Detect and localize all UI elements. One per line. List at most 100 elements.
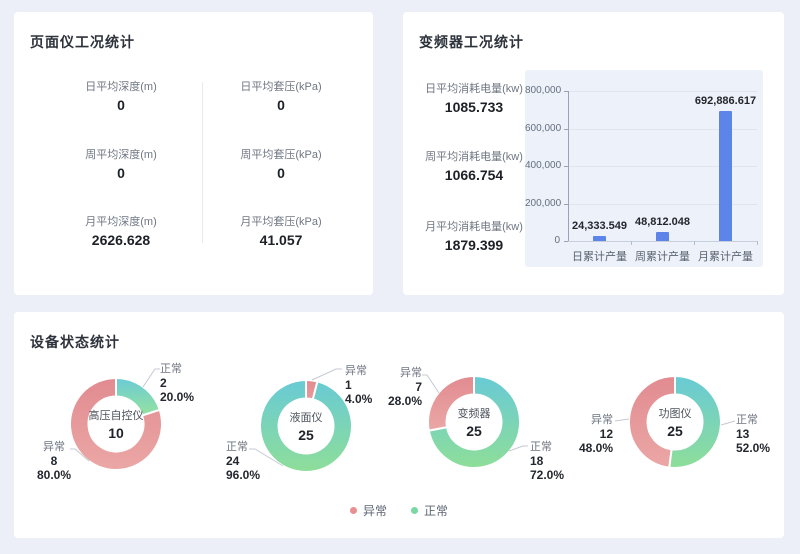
production-bar-chart: 0200,000400,000600,000800,00024,333.549日… xyxy=(525,70,763,267)
device-total: 10 xyxy=(66,425,166,441)
donut-chart-inverter: 变频器 25 xyxy=(413,361,535,483)
donut-center-label: 高压自控仪 10 xyxy=(66,407,166,441)
segment-percent: 72.0% xyxy=(530,468,564,482)
donut-label-normal: 正常 2 20.0% xyxy=(160,362,194,404)
segment-name: 正常 xyxy=(160,362,194,376)
stat-value: 1879.399 xyxy=(409,237,539,253)
segment-name: 异常 xyxy=(26,440,82,454)
segment-count: 2 xyxy=(160,376,194,390)
segment-count: 18 xyxy=(530,454,564,468)
stat-label: 月平均套压(kPa) xyxy=(201,213,361,229)
segment-count: 13 xyxy=(736,427,770,441)
x-axis-tick xyxy=(757,241,758,245)
stat-label: 周平均消耗电量(kw) xyxy=(409,148,539,164)
device-name: 变频器 xyxy=(424,405,524,421)
donut-chart-dynamometer: 功图仪 25 xyxy=(614,361,736,483)
donut-label-normal: 正常 13 52.0% xyxy=(736,413,770,455)
segment-count: 7 xyxy=(366,380,422,394)
donut-chart-row: 高压自控仪 10 液面仪 25 变频器 25 xyxy=(14,312,784,538)
panel-title: 页面仪工况统计 xyxy=(30,32,135,52)
stat-label: 日平均消耗电量(kw) xyxy=(409,80,539,96)
legend-label: 异常 xyxy=(363,502,387,519)
y-axis-tick-label: 600,000 xyxy=(525,123,560,134)
y-axis-line xyxy=(568,91,569,241)
segment-percent: 20.0% xyxy=(160,390,194,404)
donut-label-abnormal: 异常 8 80.0% xyxy=(26,440,82,482)
donut-center-label: 变频器 25 xyxy=(424,405,524,439)
y-axis-tick-label: 200,000 xyxy=(525,198,560,209)
donut-label-abnormal: 异常 12 48.0% xyxy=(553,413,613,455)
stat-value: 0 xyxy=(201,97,361,113)
stat-label: 周平均深度(m) xyxy=(41,146,201,162)
device-name: 液面仪 xyxy=(256,409,356,425)
stat-weekly-depth: 周平均深度(m) 0 xyxy=(41,146,201,181)
stat-value: 1066.754 xyxy=(409,167,539,183)
x-category-label: 月累计产量 xyxy=(694,248,757,264)
bar-value-label: 692,886.617 xyxy=(681,95,771,107)
stat-monthly-casing-pressure: 月平均套压(kPa) 41.057 xyxy=(201,213,361,248)
stat-daily-power-consumption: 日平均消耗电量(kw) 1085.733 xyxy=(409,80,539,115)
stat-label: 日平均套压(kPa) xyxy=(201,78,361,94)
donut-label-normal: 正常 24 96.0% xyxy=(226,440,260,482)
device-total: 25 xyxy=(424,423,524,439)
segment-name: 正常 xyxy=(736,413,770,427)
device-total: 25 xyxy=(625,423,725,439)
stat-label: 月平均深度(m) xyxy=(41,213,201,229)
y-axis-tick-label: 800,000 xyxy=(525,85,560,96)
status-legend: 异常 正常 xyxy=(14,502,784,519)
y-axis-tick-label: 400,000 xyxy=(525,160,560,171)
bar[interactable] xyxy=(719,111,732,241)
stat-monthly-depth: 月平均深度(m) 2626.628 xyxy=(41,213,201,248)
stat-value: 0 xyxy=(201,165,361,181)
x-category-label: 日累计产量 xyxy=(568,248,631,264)
legend-dot-normal xyxy=(411,507,418,514)
dashboard-page: 页面仪工况统计 日平均深度(m) 0 周平均深度(m) 0 月平均深度(m) 2… xyxy=(0,0,800,554)
segment-name: 异常 xyxy=(366,366,422,380)
stat-value: 0 xyxy=(41,97,201,113)
stat-daily-depth: 日平均深度(m) 0 xyxy=(41,78,201,113)
stat-label: 日平均深度(m) xyxy=(41,78,201,94)
bar-value-label: 48,812.048 xyxy=(618,216,708,228)
x-axis-tick xyxy=(631,241,632,245)
stat-monthly-power-consumption: 月平均消耗电量(kw) 1879.399 xyxy=(409,218,539,253)
bar[interactable] xyxy=(593,236,606,241)
device-name: 功图仪 xyxy=(625,405,725,421)
stat-value: 41.057 xyxy=(201,232,361,248)
stat-value: 2626.628 xyxy=(41,232,201,248)
stat-weekly-power-consumption: 周平均消耗电量(kw) 1066.754 xyxy=(409,148,539,183)
stat-label: 周平均套压(kPa) xyxy=(201,146,361,162)
segment-name: 正常 xyxy=(226,440,260,454)
x-axis-line xyxy=(568,241,758,242)
panel-device-status: 设备状态统计 高压自控仪 10 液面仪 25 变频器 xyxy=(14,312,784,538)
y-gridline xyxy=(568,91,757,92)
stat-daily-casing-pressure: 日平均套压(kPa) 0 xyxy=(201,78,361,113)
legend-dot-abnormal xyxy=(350,507,357,514)
segment-count: 8 xyxy=(26,454,82,468)
panel-gauge-stats: 页面仪工况统计 日平均深度(m) 0 周平均深度(m) 0 月平均深度(m) 2… xyxy=(14,12,373,295)
panel-inverter-stats: 变频器工况统计 日平均消耗电量(kw) 1085.733 周平均消耗电量(kw)… xyxy=(403,12,784,295)
legend-item-normal[interactable]: 正常 xyxy=(411,502,448,519)
device-name: 高压自控仪 xyxy=(66,407,166,423)
stat-label: 月平均消耗电量(kw) xyxy=(409,218,539,234)
segment-name: 异常 xyxy=(553,413,613,427)
legend-label: 正常 xyxy=(424,502,448,519)
panel-title: 变频器工况统计 xyxy=(419,32,524,52)
y-axis-tick-label: 0 xyxy=(525,235,560,246)
segment-count: 12 xyxy=(553,427,613,441)
bar[interactable] xyxy=(656,232,669,241)
segment-percent: 52.0% xyxy=(736,441,770,455)
device-total: 25 xyxy=(256,427,356,443)
legend-item-abnormal[interactable]: 异常 xyxy=(350,502,387,519)
x-category-label: 周累计产量 xyxy=(631,248,694,264)
donut-center-label: 液面仪 25 xyxy=(256,409,356,443)
x-axis-tick xyxy=(694,241,695,245)
segment-percent: 96.0% xyxy=(226,468,260,482)
segment-count: 24 xyxy=(226,454,260,468)
stat-value: 1085.733 xyxy=(409,99,539,115)
stat-weekly-casing-pressure: 周平均套压(kPa) 0 xyxy=(201,146,361,181)
segment-percent: 48.0% xyxy=(553,441,613,455)
segment-percent: 80.0% xyxy=(26,468,82,482)
donut-label-abnormal: 异常 7 28.0% xyxy=(366,366,422,408)
donut-center-label: 功图仪 25 xyxy=(625,405,725,439)
segment-percent: 28.0% xyxy=(366,394,422,408)
